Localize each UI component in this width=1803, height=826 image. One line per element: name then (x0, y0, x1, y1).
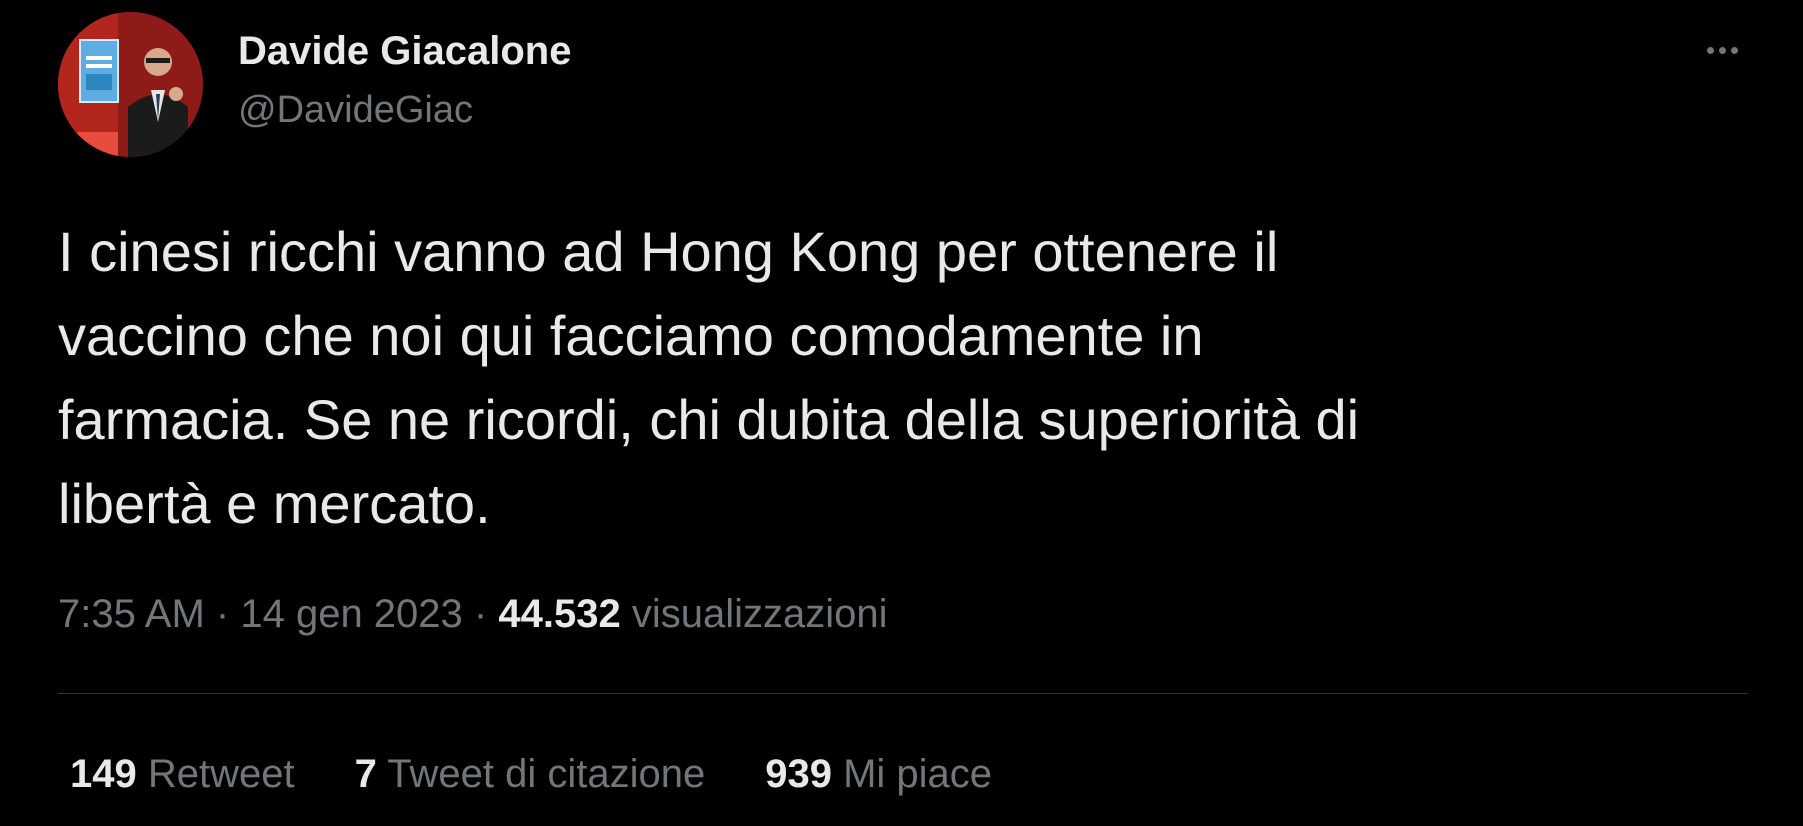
views-count: 44.532 (498, 592, 621, 636)
retweets-label: Retweet (147, 752, 295, 796)
more-options-button[interactable] (1698, 30, 1746, 70)
quotes-stat[interactable]: 7 Tweet di citazione (355, 748, 706, 800)
author-display-name[interactable]: Davide Giacalone (238, 26, 571, 76)
ellipsis-icon (1706, 46, 1714, 54)
tweet-date[interactable]: 14 gen 2023 (240, 592, 462, 636)
divider (58, 693, 1748, 694)
likes-count: 939 (765, 752, 832, 796)
ellipsis-icon (1718, 46, 1726, 54)
ellipsis-icon (1730, 46, 1738, 54)
author-handle[interactable]: @DavideGiac (238, 86, 473, 134)
profile-photo-icon (58, 12, 203, 157)
meta-separator: · (215, 592, 230, 636)
author-avatar[interactable] (58, 12, 203, 157)
meta-separator: · (473, 592, 488, 636)
likes-stat[interactable]: 939 Mi piace (765, 748, 992, 800)
views-label: visualizzazioni (631, 592, 888, 636)
tweet-text: I cinesi ricchi vanno ad Hong Kong per o… (58, 220, 1360, 535)
quotes-count: 7 (354, 752, 377, 796)
retweets-stat[interactable]: 149 Retweet (70, 748, 295, 800)
quotes-label: Tweet di citazione (387, 752, 706, 796)
tweet-meta: 7:35 AM · 14 gen 2023 · 44.532 visualizz… (58, 588, 888, 640)
likes-label: Mi piace (843, 752, 993, 796)
tweet-time[interactable]: 7:35 AM (58, 592, 205, 636)
engagement-stats: 149 Retweet 7 Tweet di citazione 939 Mi … (70, 748, 1052, 800)
retweets-count: 149 (70, 752, 137, 796)
tweet-card: Davide Giacalone @DavideGiac I cinesi ri… (0, 0, 1803, 826)
